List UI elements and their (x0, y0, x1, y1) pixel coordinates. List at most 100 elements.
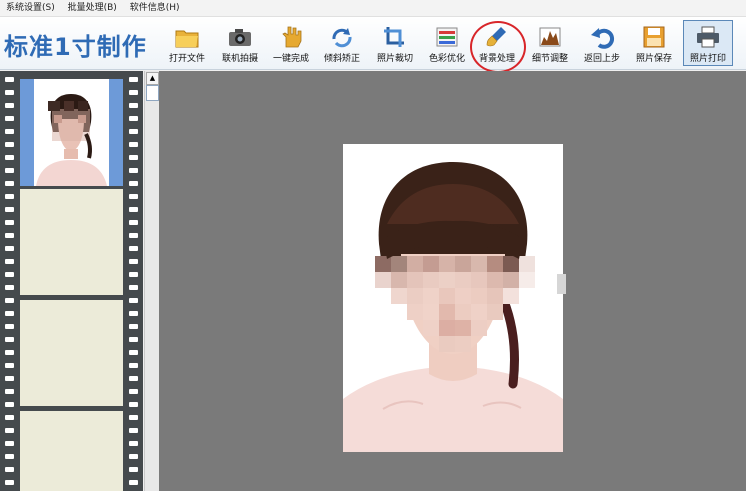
film-sprocket-hole (5, 103, 14, 108)
film-sprocket-hole (5, 415, 14, 420)
undo-button[interactable]: 返回上步 (578, 21, 626, 67)
film-sprocket-hole (129, 350, 138, 355)
film-sprocket-hole (5, 350, 14, 355)
film-sprocket-hole (129, 428, 138, 433)
menu-batch-processing[interactable]: 批量处理(B) (68, 3, 117, 13)
menu-software-info[interactable]: 软件信息(H) (130, 3, 180, 13)
preview-canvas (159, 71, 746, 491)
film-sprocket-hole (129, 233, 138, 238)
film-sprocket-hole (129, 415, 138, 420)
film-sprocket-hole (129, 246, 138, 251)
film-sprocket-hole (129, 480, 138, 485)
color-bars-icon (436, 27, 458, 47)
save-icon (643, 26, 665, 48)
color-optimize-button[interactable]: 色彩优化 (423, 21, 471, 67)
film-sprocket-hole (5, 129, 14, 134)
film-sprocket-hole (129, 181, 138, 186)
film-sprocket-hole (5, 324, 14, 329)
thumbnail-frame-empty[interactable] (20, 300, 123, 406)
folder-icon (175, 30, 199, 48)
resize-handle[interactable] (557, 274, 566, 294)
film-sprocket-hole (129, 363, 138, 368)
hand-icon (282, 26, 302, 48)
film-sprocket-hole (129, 77, 138, 82)
tilt-correction-label: 倾斜矫正 (323, 54, 360, 64)
film-sprocket-hole (5, 480, 14, 485)
thumbnail-frame-empty[interactable] (20, 411, 123, 491)
detail-adjust-button[interactable]: 细节调整 (526, 21, 574, 67)
film-sprocket-hole (129, 402, 138, 407)
menu-bar: 系统设置(S) 批量处理(B) 软件信息(H) (0, 0, 746, 17)
save-photo-button[interactable]: 照片保存 (630, 21, 678, 67)
thumbnail-photo (34, 79, 109, 186)
film-sprocket-hole (129, 467, 138, 472)
film-sprocket-hole (129, 129, 138, 134)
film-sprocket-hole (129, 90, 138, 95)
film-sprocket-hole (5, 441, 14, 446)
histogram-icon (539, 27, 561, 47)
film-sprocket-hole (5, 272, 14, 277)
scrollbar-thumb[interactable] (146, 85, 159, 101)
thumbnail-frame-empty[interactable] (20, 189, 123, 295)
menu-system-settings[interactable]: 系统设置(S) (6, 3, 55, 13)
film-sprocket-hole (5, 428, 14, 433)
printer-icon (697, 26, 719, 48)
scroll-up-arrow-icon[interactable]: ▲ (146, 72, 159, 85)
print-photo-label: 照片打印 (689, 54, 726, 64)
save-photo-label: 照片保存 (635, 54, 672, 64)
film-sprocket-hole (129, 324, 138, 329)
film-sprocket-hole (5, 246, 14, 251)
color-optimize-label: 色彩优化 (428, 54, 465, 64)
thumbnail-frame-selected[interactable] (20, 79, 123, 186)
camera-icon (229, 29, 251, 46)
film-sprocket-hole (129, 142, 138, 147)
film-sprocket-hole (5, 311, 14, 316)
film-sprocket-hole (5, 194, 14, 199)
undo-label: 返回上步 (583, 54, 620, 64)
film-sprocket-hole (129, 285, 138, 290)
film-sprocket-hole (5, 207, 14, 212)
tilt-correction-button[interactable]: 倾斜矫正 (318, 21, 366, 67)
film-sprocket-hole (5, 376, 14, 381)
portrait-image (343, 144, 563, 452)
toolbar: 标准1寸制作 打开文件 联机拍摄 一键完成 倾斜矫正 照片裁切 色彩优化 背景处… (0, 17, 746, 70)
camera-capture-label: 联机拍摄 (221, 54, 258, 64)
film-sprocket-hole (129, 116, 138, 121)
film-sprocket-hole (5, 116, 14, 121)
film-sprocket-hole (129, 220, 138, 225)
film-sprocket-hole (129, 103, 138, 108)
undo-icon (591, 28, 615, 49)
crop-button[interactable]: 照片裁切 (371, 21, 419, 67)
film-sprocket-hole (129, 441, 138, 446)
film-sprocket-hole (129, 311, 138, 316)
print-photo-button[interactable]: 照片打印 (683, 20, 733, 66)
film-sprocket-hole (129, 259, 138, 264)
film-sprocket-hole (5, 337, 14, 342)
film-sprocket-hole (5, 155, 14, 160)
film-sprocket-hole (5, 259, 14, 264)
film-sprocket-hole (5, 181, 14, 186)
app-title: 标准1寸制作 (4, 33, 147, 61)
film-sprocket-hole (5, 233, 14, 238)
film-sprocket-hole (129, 298, 138, 303)
filmstrip-scrollbar[interactable]: ▲ (144, 71, 159, 491)
film-sprocket-hole (5, 220, 14, 225)
one-click-button[interactable]: 一键完成 (267, 21, 315, 67)
film-sprocket-hole (129, 194, 138, 199)
open-file-button[interactable]: 打开文件 (163, 21, 211, 67)
film-sprocket-hole (5, 298, 14, 303)
film-sprocket-hole (129, 155, 138, 160)
film-sprocket-hole (5, 389, 14, 394)
film-sprocket-hole (129, 272, 138, 277)
film-sprocket-hole (5, 90, 14, 95)
film-sprocket-hole (5, 467, 14, 472)
film-sprocket-hole (129, 337, 138, 342)
film-sprocket-hole (129, 376, 138, 381)
film-sprocket-hole (5, 142, 14, 147)
film-sprocket-hole (129, 168, 138, 173)
film-sprocket-hole (5, 454, 14, 459)
id-photo-preview (343, 144, 563, 452)
one-click-label: 一键完成 (272, 54, 309, 64)
film-sprocket-hole (5, 168, 14, 173)
camera-capture-button[interactable]: 联机拍摄 (216, 21, 264, 67)
